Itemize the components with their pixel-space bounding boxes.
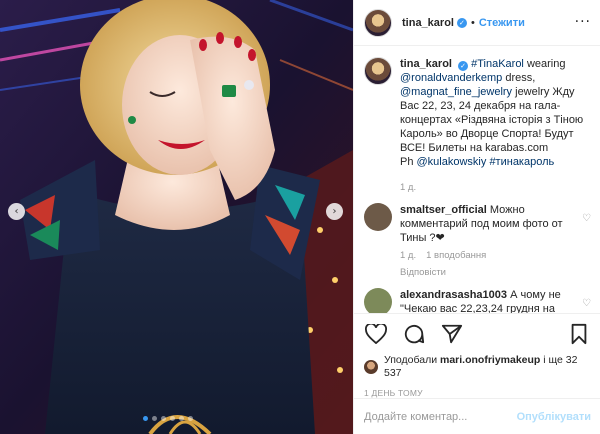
- carousel-dots: [143, 416, 193, 421]
- chevron-left-icon[interactable]: ‹: [8, 203, 25, 220]
- reply-button[interactable]: Відповісти: [400, 266, 585, 280]
- comment-body: smaltser_official Можно комментарий под …: [400, 203, 585, 280]
- carousel-dot: [179, 416, 184, 421]
- likes-prefix: Уподобали: [384, 354, 440, 366]
- likes-summary: Уподобали mari.onofriymakeup і ще 32 537: [364, 354, 591, 380]
- hashtag-link[interactable]: #тинакароль: [489, 156, 554, 168]
- caption-meta: 1 д.: [400, 181, 585, 195]
- comment-username[interactable]: alexandrasasha1003: [400, 289, 507, 301]
- follow-button[interactable]: Стежити: [479, 17, 525, 29]
- avatar[interactable]: [364, 360, 378, 374]
- post-header: tina_karol ✓ • Стежити ···: [354, 0, 600, 46]
- comment-meta: 1 д. 1 вподобання: [400, 249, 585, 263]
- comment-icon[interactable]: [402, 322, 426, 346]
- post-timestamp[interactable]: 1 ДЕНЬ ТОМУ: [364, 388, 591, 398]
- mention-link[interactable]: @ronaldvanderkemp: [400, 72, 502, 84]
- avatar[interactable]: [364, 203, 392, 231]
- add-comment-bar: Опублікувати: [354, 398, 600, 434]
- list-item: smaltser_official Можно комментарий под …: [364, 203, 591, 280]
- verified-badge-icon: ✓: [458, 61, 469, 71]
- comment-input[interactable]: [364, 410, 514, 423]
- list-item: alexandrasasha1003 А чому не "Чекаю вас …: [364, 288, 591, 313]
- share-icon[interactable]: [440, 322, 464, 346]
- instagram-post: ‹ › tina_karol ✓ • Стежити ··· tina_karo…: [0, 0, 600, 434]
- caption-text: dress,: [502, 72, 536, 84]
- comments-list[interactable]: tina_karol ✓ #TinaKarol wearing @ronaldv…: [354, 47, 600, 313]
- avatar[interactable]: [364, 8, 392, 37]
- caption-text: Ph: [400, 156, 417, 168]
- caption-username[interactable]: tina_karol: [400, 58, 452, 70]
- carousel-dot: [188, 416, 193, 421]
- avatar[interactable]: [364, 57, 392, 85]
- photo-illustration: [0, 0, 353, 434]
- caption-body: tina_karol ✓ #TinaKarol wearing @ronaldv…: [400, 57, 585, 195]
- post-actions: Уподобали mari.onofriymakeup і ще 32 537…: [354, 313, 600, 398]
- chevron-right-icon[interactable]: ›: [326, 203, 343, 220]
- caption-text: wearing: [523, 58, 566, 70]
- mention-link[interactable]: @kulakowskiy: [417, 156, 487, 168]
- comment-time: 1 д.: [400, 250, 417, 261]
- separator-dot: •: [470, 16, 475, 29]
- carousel-dot: [143, 416, 148, 421]
- comment-username[interactable]: smaltser_official: [400, 204, 487, 216]
- more-options-icon[interactable]: ···: [575, 14, 591, 30]
- publish-button[interactable]: Опублікувати: [517, 411, 591, 423]
- caption: tina_karol ✓ #TinaKarol wearing @ronaldv…: [364, 57, 591, 195]
- carousel-dot: [161, 416, 166, 421]
- author-username[interactable]: tina_karol: [402, 17, 454, 29]
- heart-icon[interactable]: [364, 322, 388, 346]
- avatar[interactable]: [364, 288, 392, 313]
- likes-user[interactable]: mari.onofriymakeup: [440, 354, 540, 366]
- heart-icon[interactable]: ♡: [582, 213, 591, 224]
- verified-badge-icon: ✓: [456, 17, 467, 28]
- comment-body: alexandrasasha1003 А чому не "Чекаю вас …: [400, 288, 585, 313]
- heart-icon[interactable]: ♡: [582, 298, 591, 309]
- hashtag-link[interactable]: #TinaKarol: [471, 58, 524, 70]
- caption-time: 1 д.: [400, 182, 417, 193]
- mention-link[interactable]: @magnat_fine_jewelry: [400, 86, 512, 98]
- bookmark-icon[interactable]: [567, 322, 591, 346]
- carousel-dot: [152, 416, 157, 421]
- caption-text: jewelry: [512, 86, 550, 98]
- comment-likes[interactable]: 1 вподобання: [426, 249, 486, 263]
- post-photo[interactable]: ‹ ›: [0, 0, 353, 434]
- action-icons: [364, 322, 591, 346]
- carousel-dot: [170, 416, 175, 421]
- likes-text: Уподобали mari.onofriymakeup і ще 32 537: [384, 354, 591, 380]
- post-sidebar: tina_karol ✓ • Стежити ··· tina_karol ✓ …: [353, 0, 600, 434]
